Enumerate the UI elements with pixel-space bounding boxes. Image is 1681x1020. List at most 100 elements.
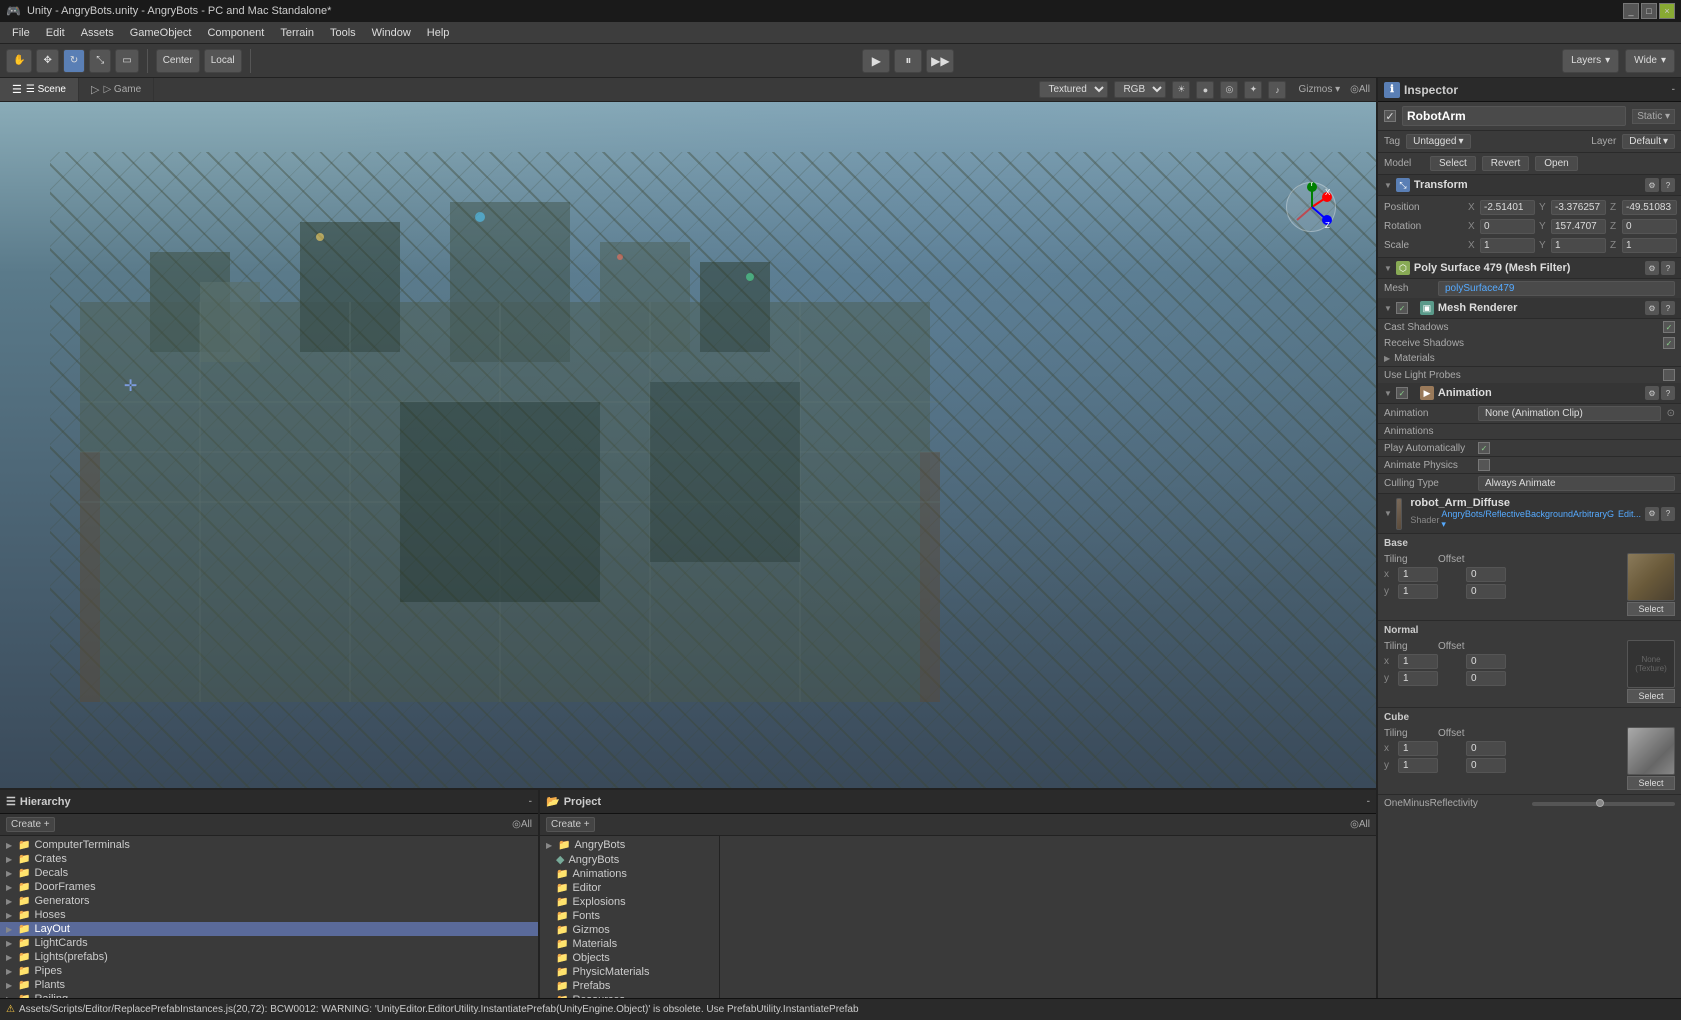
hierarchy-item-plants[interactable]: ▶ 📁 Plants bbox=[0, 978, 538, 992]
base-offset-x[interactable] bbox=[1466, 567, 1506, 582]
gameobject-name-input[interactable] bbox=[1402, 106, 1626, 126]
menu-assets[interactable]: Assets bbox=[73, 25, 122, 41]
project-folder-angrybots[interactable]: ◆ AngryBots bbox=[540, 852, 719, 867]
scene-toolbar-4[interactable]: ✦ bbox=[1244, 81, 1262, 99]
meshrenderer-section-header[interactable]: ▼ ✓ ▣ Mesh Renderer ⚙ ? bbox=[1378, 298, 1681, 319]
project-folder-editor[interactable]: 📁 Editor bbox=[540, 881, 719, 895]
hierarchy-item-hoses[interactable]: ▶ 📁 Hoses bbox=[0, 908, 538, 922]
rect-tool[interactable]: ▭ bbox=[115, 49, 138, 73]
base-tiling-x[interactable] bbox=[1398, 567, 1438, 582]
hierarchy-item-pipes[interactable]: ▶ 📁 Pipes bbox=[0, 964, 538, 978]
cube-offset-x[interactable] bbox=[1466, 741, 1506, 756]
base-tiling-y[interactable] bbox=[1398, 584, 1438, 599]
animation-section-header[interactable]: ▼ ✓ ▶ Animation ⚙ ? bbox=[1378, 383, 1681, 404]
materials-row[interactable]: ▶ Materials bbox=[1378, 351, 1681, 367]
help-icon[interactable]: ? bbox=[1661, 507, 1675, 521]
layers-dropdown[interactable]: Layers ▾ bbox=[1562, 49, 1619, 73]
normal-offset-x[interactable] bbox=[1466, 654, 1506, 669]
move-tool[interactable]: ✥ bbox=[36, 49, 58, 73]
rot-x-input[interactable] bbox=[1480, 219, 1535, 234]
mesh-value[interactable]: polySurface479 bbox=[1438, 281, 1675, 296]
rot-y-input[interactable] bbox=[1551, 219, 1606, 234]
scene-toolbar-1[interactable]: ☀ bbox=[1172, 81, 1190, 99]
scene-toolbar-5[interactable]: ♪ bbox=[1268, 81, 1286, 99]
revert-button[interactable]: Revert bbox=[1482, 156, 1529, 171]
minimize-button[interactable]: _ bbox=[1623, 3, 1639, 19]
menu-window[interactable]: Window bbox=[364, 25, 419, 41]
help-icon[interactable]: ? bbox=[1661, 178, 1675, 192]
meshfilter-section-header[interactable]: ▼ ⬡ Poly Surface 479 (Mesh Filter) ⚙ ? bbox=[1378, 258, 1681, 279]
project-folder-objects[interactable]: 📁 Objects bbox=[540, 951, 719, 965]
cube-offset-y[interactable] bbox=[1466, 758, 1506, 773]
gizmos-label[interactable]: Gizmos ▾ bbox=[1298, 84, 1340, 95]
project-create-button[interactable]: Create + bbox=[546, 817, 595, 832]
project-folder-explosions[interactable]: 📁 Explosions bbox=[540, 895, 719, 909]
scale-z-input[interactable] bbox=[1622, 238, 1677, 253]
wide-dropdown[interactable]: Wide ▾ bbox=[1625, 49, 1675, 73]
pos-z-input[interactable] bbox=[1622, 200, 1677, 215]
menu-tools[interactable]: Tools bbox=[322, 25, 364, 41]
animation-enable-checkbox[interactable]: ✓ bbox=[1396, 387, 1408, 399]
hierarchy-item-lightcards[interactable]: ▶ 📁 LightCards bbox=[0, 936, 538, 950]
gameobject-active-checkbox[interactable]: ✓ bbox=[1384, 110, 1396, 122]
cube-texture-thumb[interactable] bbox=[1627, 727, 1675, 775]
menu-gameobject[interactable]: GameObject bbox=[122, 25, 200, 41]
play-auto-checkbox[interactable]: ✓ bbox=[1478, 442, 1490, 454]
project-folder-materials[interactable]: 📁 Materials bbox=[540, 937, 719, 951]
hand-tool[interactable]: ✋ bbox=[6, 49, 32, 73]
hierarchy-item-crates[interactable]: ▶ 📁 Crates bbox=[0, 852, 538, 866]
inspector-minimize[interactable]: - bbox=[1672, 84, 1675, 95]
menu-edit[interactable]: Edit bbox=[38, 25, 73, 41]
material-section-header[interactable]: ▼ robot_Arm_Diffuse Shader AngryBots/Ref… bbox=[1378, 494, 1681, 534]
animate-physics-checkbox[interactable]: ✓ bbox=[1478, 459, 1490, 471]
menu-file[interactable]: File bbox=[4, 25, 38, 41]
scale-x-input[interactable] bbox=[1480, 238, 1535, 253]
project-folder-physicmaterials[interactable]: 📁 PhysicMaterials bbox=[540, 965, 719, 979]
maximize-button[interactable]: □ bbox=[1641, 3, 1657, 19]
transform-section-header[interactable]: ▼ ⤡ Transform ⚙ ? bbox=[1378, 175, 1681, 196]
project-folder-angrybots-root[interactable]: ▶ 📁 AngryBots bbox=[540, 838, 719, 852]
base-offset-y[interactable] bbox=[1466, 584, 1506, 599]
reflectivity-slider[interactable] bbox=[1532, 802, 1676, 806]
scale-y-input[interactable] bbox=[1551, 238, 1606, 253]
pos-x-input[interactable] bbox=[1480, 200, 1535, 215]
cube-select-button[interactable]: Select bbox=[1627, 776, 1675, 790]
hierarchy-minimize[interactable]: - bbox=[529, 796, 532, 807]
normal-tiling-x[interactable] bbox=[1398, 654, 1438, 669]
help-icon[interactable]: ? bbox=[1661, 301, 1675, 315]
select-button[interactable]: Select bbox=[1430, 156, 1476, 171]
scale-tool[interactable]: ⤡ bbox=[89, 49, 111, 73]
hierarchy-item-lights[interactable]: ▶ 📁 Lights(prefabs) bbox=[0, 950, 538, 964]
base-texture-thumb[interactable] bbox=[1627, 553, 1675, 601]
close-button[interactable]: × bbox=[1659, 3, 1675, 19]
shading-dropdown[interactable]: Textured bbox=[1039, 81, 1108, 98]
receive-shadows-checkbox[interactable]: ✓ bbox=[1663, 337, 1675, 349]
animation-clip-dropdown[interactable]: None (Animation Clip) bbox=[1478, 406, 1661, 421]
rotate-tool[interactable]: ↻ bbox=[63, 49, 85, 73]
tag-dropdown[interactable]: Untagged ▾ bbox=[1406, 134, 1470, 149]
cube-tiling-x[interactable] bbox=[1398, 741, 1438, 756]
pos-y-input[interactable] bbox=[1551, 200, 1606, 215]
settings-icon[interactable]: ⚙ bbox=[1645, 261, 1659, 275]
base-select-button[interactable]: Select bbox=[1627, 602, 1675, 616]
project-folder-gizmos[interactable]: 📁 Gizmos bbox=[540, 923, 719, 937]
hierarchy-item-decals[interactable]: ▶ 📁 Decals bbox=[0, 866, 538, 880]
open-button[interactable]: Open bbox=[1535, 156, 1577, 171]
hierarchy-item-doorframes[interactable]: ▶ 📁 DoorFrames bbox=[0, 880, 538, 894]
meshrenderer-enable-checkbox[interactable]: ✓ bbox=[1396, 302, 1408, 314]
menu-terrain[interactable]: Terrain bbox=[272, 25, 322, 41]
hierarchy-item-computerterms[interactable]: ▶ 📁 ComputerTerminals bbox=[0, 838, 538, 852]
channel-dropdown[interactable]: RGB bbox=[1114, 81, 1166, 98]
help-icon[interactable]: ? bbox=[1661, 386, 1675, 400]
scene-viewport[interactable]: ✛ X Y bbox=[0, 102, 1376, 788]
menu-component[interactable]: Component bbox=[199, 25, 272, 41]
local-button[interactable]: Local bbox=[204, 49, 242, 73]
normal-tiling-y[interactable] bbox=[1398, 671, 1438, 686]
step-button[interactable]: ▶▶ bbox=[926, 49, 954, 73]
cube-tiling-y[interactable] bbox=[1398, 758, 1438, 773]
play-button[interactable]: ▶ bbox=[862, 49, 890, 73]
help-icon[interactable]: ? bbox=[1661, 261, 1675, 275]
scene-toolbar-3[interactable]: ◎ bbox=[1220, 81, 1238, 99]
static-badge[interactable]: Static ▾ bbox=[1632, 109, 1675, 124]
layer-dropdown[interactable]: Default ▾ bbox=[1622, 134, 1675, 149]
